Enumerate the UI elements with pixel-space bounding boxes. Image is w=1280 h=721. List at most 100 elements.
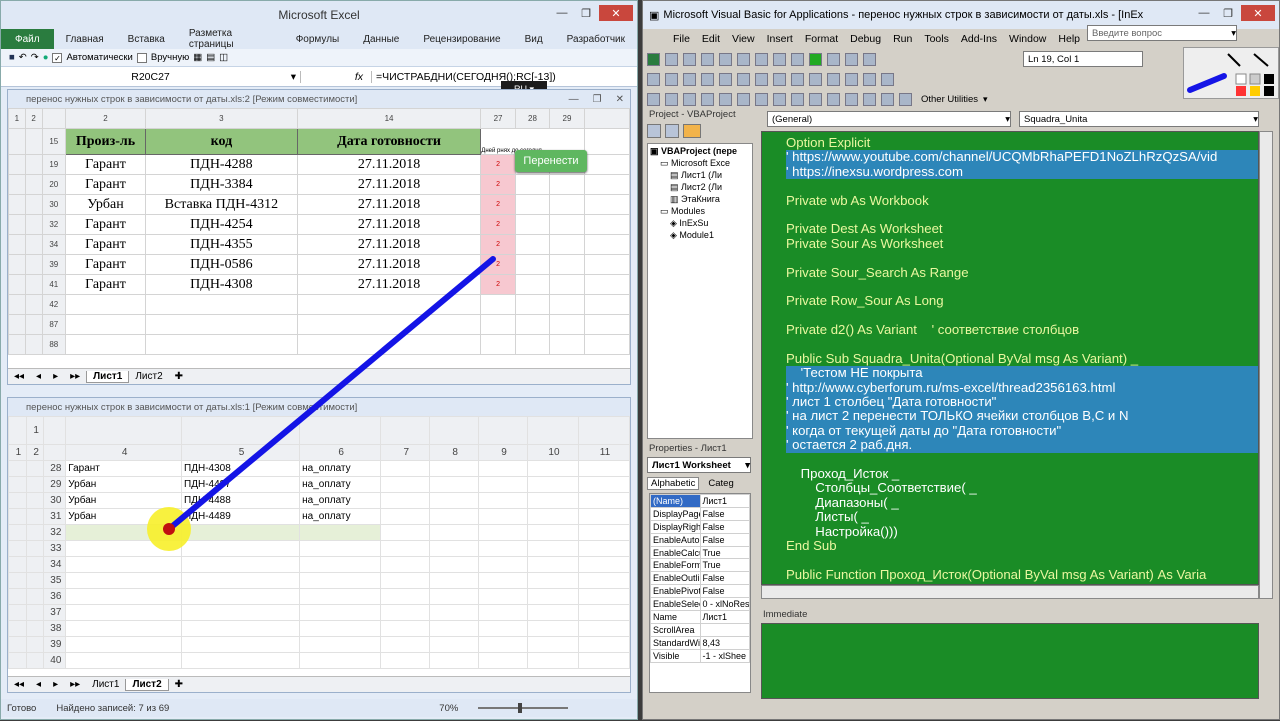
tool-icon[interactable] (899, 92, 912, 106)
tool-icon[interactable] (755, 92, 768, 106)
uncomment-icon[interactable] (791, 72, 804, 86)
code-line[interactable]: ' http://www.cyberforum.ru/ms-excel/thre… (786, 380, 1258, 396)
indent-icon[interactable] (719, 72, 732, 86)
insert-icon[interactable] (665, 52, 678, 66)
property-row[interactable]: ScrollArea (650, 622, 750, 637)
reset-icon[interactable] (845, 52, 858, 66)
menu-item[interactable]: Edit (702, 33, 720, 45)
edit-icon[interactable] (665, 72, 678, 86)
tree-item[interactable]: ▭ Modules (650, 206, 750, 218)
undo-icon[interactable] (773, 52, 786, 66)
object-select[interactable]: (General) ▾ (767, 111, 1011, 127)
menu-item[interactable]: Run (893, 33, 912, 45)
find-icon[interactable] (755, 52, 768, 66)
tree-item[interactable]: ◈ Module1 (650, 230, 750, 242)
tool-icon[interactable] (773, 92, 786, 106)
properties-tab[interactable]: Alphabetic (647, 476, 700, 490)
tree-item[interactable]: ◈ InExSu (650, 218, 750, 230)
property-row[interactable]: DisplayPageBFalse (650, 506, 750, 521)
edit-icon[interactable] (683, 72, 696, 86)
menu-item[interactable]: Add-Ins (961, 33, 997, 45)
code-line[interactable]: Private Row_Sour As Long (786, 294, 1258, 308)
property-row[interactable]: (Name) Лист1 (650, 494, 750, 508)
view-object-icon[interactable] (665, 124, 679, 138)
procedure-select[interactable]: Squadra_Unita ▾ (1019, 111, 1259, 127)
tool-icon[interactable] (827, 92, 840, 106)
help-search-input[interactable]: Введите вопрос ▾ (1087, 25, 1237, 41)
menu-item[interactable]: View (732, 33, 755, 45)
code-line[interactable]: Private Sour_Search As Range (786, 266, 1258, 280)
maximize-icon[interactable]: ❐ (1217, 5, 1239, 21)
outdent-icon[interactable] (737, 72, 750, 86)
edit-icon[interactable] (647, 72, 660, 86)
paste-icon[interactable] (737, 52, 750, 66)
locals-icon[interactable] (881, 72, 894, 86)
pen-palette-art[interactable] (1184, 48, 1280, 100)
tool-icon[interactable] (737, 92, 750, 106)
tool-icon[interactable] (719, 92, 732, 106)
tool-icon[interactable] (701, 92, 714, 106)
code-line[interactable]: ' https://inexsu.wordpress.com (786, 164, 1258, 180)
code-line[interactable]: Листы( _ (786, 510, 1258, 524)
menu-item[interactable]: Insert (767, 33, 793, 45)
menu-item[interactable]: File (673, 33, 690, 45)
menu-item[interactable]: Format (805, 33, 838, 45)
tool-icon[interactable] (809, 92, 822, 106)
run-icon[interactable] (809, 52, 822, 66)
view-code-icon[interactable] (647, 124, 661, 138)
tool-icon[interactable] (683, 92, 696, 106)
excel-icon[interactable] (647, 52, 660, 66)
menu-item[interactable]: Help (1058, 33, 1080, 45)
properties-object-select[interactable]: Лист1 Worksheet ▾ (647, 457, 751, 473)
code-line[interactable]: End Sub (786, 539, 1258, 553)
code-line[interactable]: Настройка())) (786, 525, 1258, 539)
tool-icon[interactable] (881, 92, 894, 106)
tree-item[interactable]: ▣ VBAProject (пере (650, 146, 750, 158)
redo-icon[interactable] (791, 52, 804, 66)
step-icon[interactable] (827, 72, 840, 86)
code-line[interactable]: ' https://www.youtube.com/channel/UCQMbR… (786, 150, 1258, 165)
code-line[interactable] (786, 280, 1258, 294)
code-line[interactable] (786, 251, 1258, 265)
code-line[interactable] (786, 337, 1258, 351)
property-row[interactable]: EnableAutoFiFalse (650, 532, 750, 547)
tree-item[interactable]: ▭ Microsoft Exce (650, 158, 750, 170)
menu-item[interactable]: Debug (850, 33, 881, 45)
comment-icon[interactable] (773, 72, 786, 86)
tool-icon[interactable] (845, 92, 858, 106)
code-line[interactable]: Столбцы_Соответствие( _ (786, 481, 1258, 495)
code-vscrollbar[interactable] (1259, 131, 1273, 599)
code-line[interactable] (786, 179, 1258, 193)
property-row[interactable]: EnableCalculTrue (650, 545, 750, 560)
other-utilities-menu[interactable]: Other Utilities (921, 94, 978, 105)
menu-item[interactable]: Tools (924, 33, 949, 45)
code-hscrollbar[interactable] (761, 585, 1259, 599)
property-row[interactable]: EnableOutliniFalse (650, 571, 750, 586)
property-row[interactable]: DisplayRightTFalse (650, 519, 750, 534)
tool-icon[interactable] (647, 92, 660, 106)
breakpoint-icon[interactable] (755, 72, 768, 86)
property-row[interactable]: StandardWid 8,43 (650, 635, 750, 650)
property-row[interactable]: Name Лист1 (650, 610, 750, 624)
design-icon[interactable] (863, 52, 876, 66)
edit-icon[interactable] (701, 72, 714, 86)
code-line[interactable]: Private wb As Workbook (786, 194, 1258, 208)
property-row[interactable]: EnableSelect0 - xlNoRes (650, 597, 750, 612)
code-line[interactable]: Public Sub Squadra_Unita(Optional ByVal … (786, 352, 1258, 366)
code-line[interactable] (786, 453, 1258, 467)
tree-item[interactable]: ▤ Лист1 (Ли (650, 170, 750, 182)
close-icon[interactable]: ✕ (1241, 5, 1275, 21)
tool-icon[interactable] (665, 92, 678, 106)
code-line[interactable] (786, 553, 1258, 567)
immediate-window[interactable] (761, 623, 1259, 699)
step-icon[interactable] (845, 72, 858, 86)
code-line[interactable]: 'Тестом НЕ покрыта (786, 366, 1258, 381)
watch-icon[interactable] (863, 72, 876, 86)
save-icon[interactable] (683, 52, 696, 66)
code-line[interactable]: ' остается 2 раб.дня. (786, 438, 1258, 453)
code-line[interactable]: Private Dest As Worksheet (786, 222, 1258, 236)
toggle-folders-icon[interactable] (683, 124, 701, 138)
property-row[interactable]: Visible -1 - xlShee (650, 648, 750, 663)
property-row[interactable]: EnablePivotTFalse (650, 584, 750, 599)
cut-icon[interactable] (701, 52, 714, 66)
